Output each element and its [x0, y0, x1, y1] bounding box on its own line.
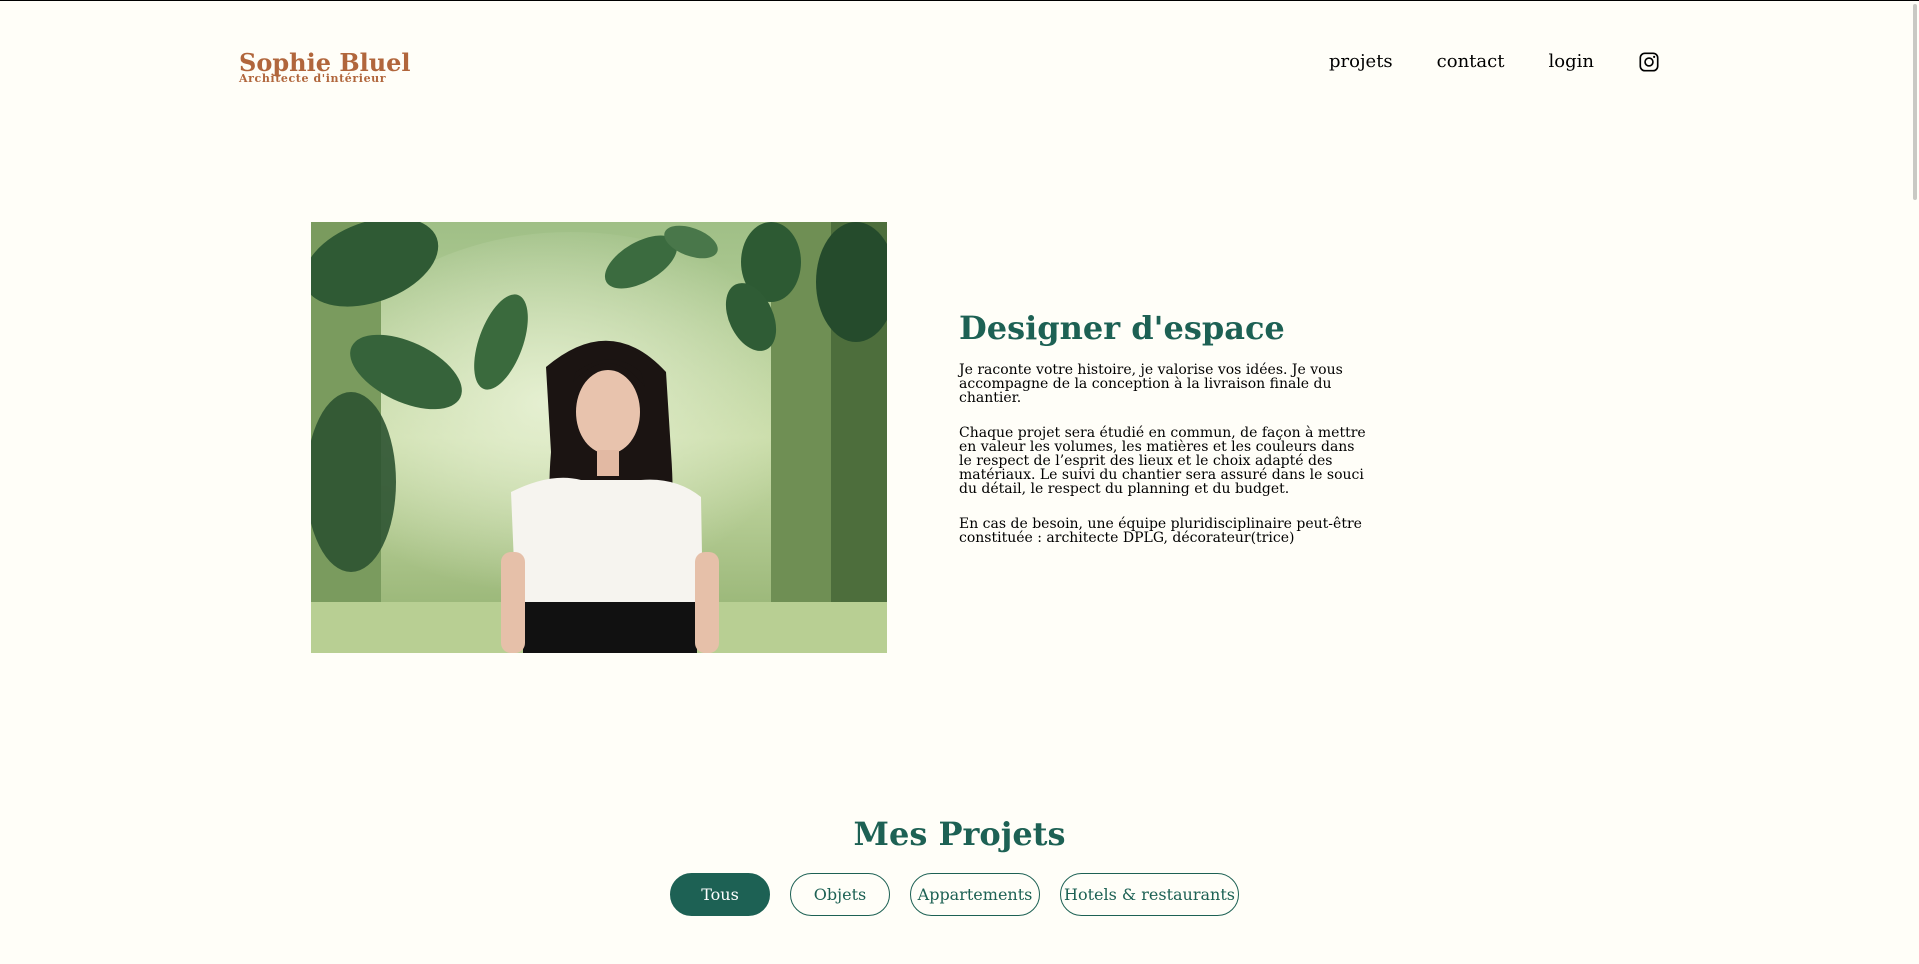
- filter-bar: Tous Objets Appartements Hotels & restau…: [670, 873, 1259, 916]
- logo-subtitle: Architecte d'intérieur: [239, 72, 387, 85]
- main-nav: projets contact login: [1329, 50, 1660, 74]
- instagram-icon[interactable]: [1638, 51, 1660, 73]
- intro-paragraph-1: Je raconte votre histoire, je valorise v…: [959, 362, 1343, 406]
- projects-title: Mes Projets: [853, 814, 1066, 853]
- scrollbar-thumb[interactable]: [1913, 4, 1917, 200]
- logo[interactable]: Sophie Bluel Architecte d'intérieur: [239, 48, 411, 85]
- top-border: [0, 0, 1919, 1]
- filter-button-tous[interactable]: Tous: [670, 873, 770, 916]
- scrollbar[interactable]: [1909, 0, 1919, 964]
- nav-link-projets[interactable]: projets: [1329, 50, 1393, 74]
- filter-button-appartements[interactable]: Appartements: [910, 873, 1040, 916]
- filter-button-hotels-restaurants[interactable]: Hotels & restaurants: [1060, 873, 1239, 916]
- intro-title: Designer d'espace: [959, 309, 1285, 347]
- nav-link-contact[interactable]: contact: [1437, 50, 1505, 74]
- intro-section: Designer d'espace Je raconte votre histo…: [959, 308, 1369, 566]
- architect-photo: [311, 222, 887, 653]
- filter-button-objets[interactable]: Objets: [790, 873, 890, 916]
- nav-link-login[interactable]: login: [1548, 50, 1593, 74]
- intro-paragraph-3: En cas de besoin, une équipe pluridiscip…: [959, 516, 1362, 546]
- intro-paragraph-2: Chaque projet sera étudié en commun, de …: [959, 425, 1366, 497]
